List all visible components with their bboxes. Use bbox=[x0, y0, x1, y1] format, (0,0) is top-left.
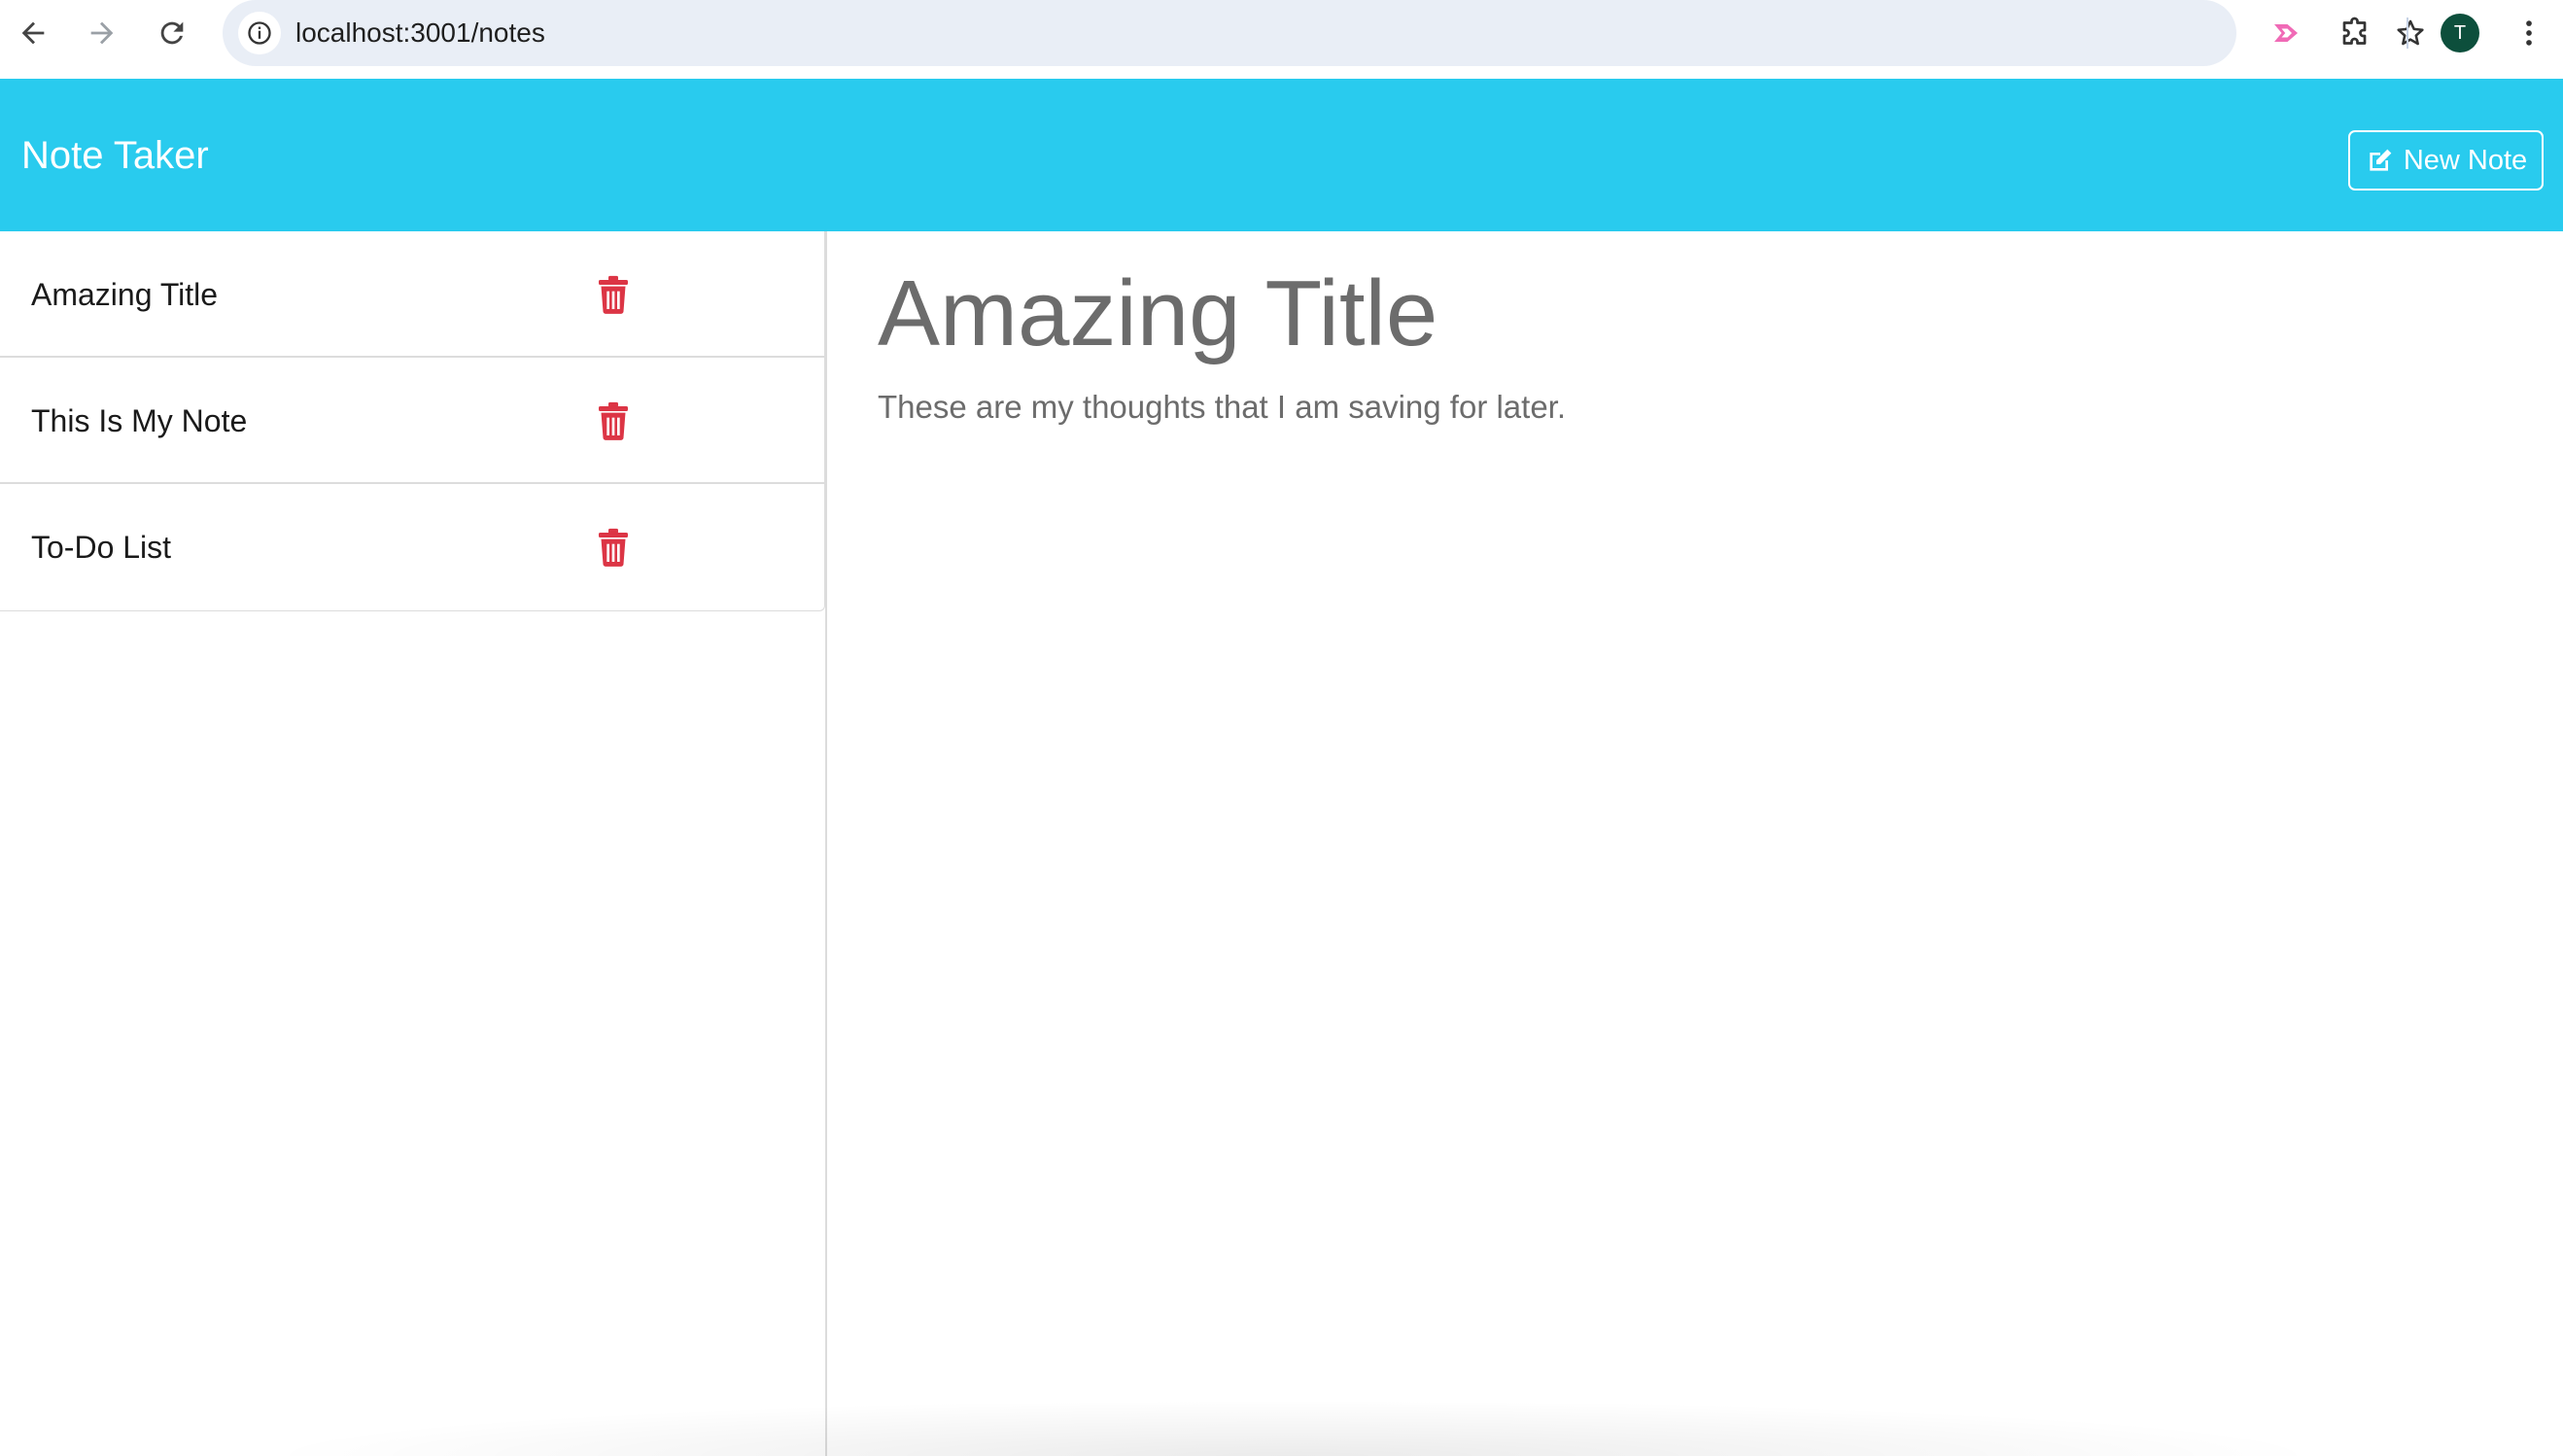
edit-icon bbox=[2370, 149, 2392, 171]
trash-icon bbox=[599, 528, 628, 567]
delete-note-button[interactable] bbox=[594, 274, 633, 315]
note-title: Amazing Title bbox=[31, 277, 219, 312]
list-item[interactable]: To-Do List bbox=[0, 484, 824, 610]
extension-button[interactable] bbox=[2265, 12, 2307, 54]
kebab-menu-icon bbox=[2526, 20, 2532, 46]
url-text[interactable]: localhost:3001/notes bbox=[295, 17, 545, 50]
note-title-input[interactable] bbox=[878, 260, 2530, 367]
reload-icon bbox=[160, 21, 184, 45]
list-item[interactable]: Amazing Title bbox=[0, 231, 824, 358]
new-note-label: New Note bbox=[2403, 144, 2528, 176]
note-textarea[interactable]: These are my thoughts that I am saving f… bbox=[878, 387, 2530, 678]
app-brand[interactable]: Note Taker bbox=[21, 132, 209, 179]
app-navbar: Note Taker New Note bbox=[0, 79, 2563, 231]
site-info-button[interactable] bbox=[238, 12, 281, 54]
note-title: This Is My Note bbox=[31, 403, 248, 438]
star-icon bbox=[2397, 19, 2424, 46]
note-list: Amazing Title This Is My Note To-Do List bbox=[0, 231, 825, 611]
browser-toolbar: localhost:3001/notes T bbox=[0, 0, 2563, 79]
list-item[interactable]: This Is My Note bbox=[0, 358, 824, 484]
forward-button[interactable] bbox=[81, 12, 123, 54]
note-list-panel: Amazing Title This Is My Note To-Do List bbox=[0, 231, 827, 1456]
extensions-menu-button[interactable] bbox=[2335, 12, 2377, 54]
puzzle-icon bbox=[2342, 17, 2367, 45]
browser-menu-button[interactable] bbox=[2508, 12, 2550, 54]
note-editor: These are my thoughts that I am saving f… bbox=[829, 231, 2563, 1456]
delete-note-button[interactable] bbox=[594, 400, 633, 441]
trash-icon bbox=[599, 275, 628, 314]
reload-button[interactable] bbox=[151, 12, 193, 54]
arrow-left-icon bbox=[21, 21, 45, 45]
arrow-right-icon bbox=[90, 21, 114, 45]
delete-note-button[interactable] bbox=[594, 527, 633, 568]
address-bar[interactable]: localhost:3001/notes bbox=[223, 0, 2424, 66]
toolbar-divider bbox=[2407, 17, 2408, 49]
bookmark-button[interactable] bbox=[2389, 12, 2432, 54]
trash-icon bbox=[599, 401, 628, 440]
note-title: To-Do List bbox=[31, 530, 172, 565]
profile-avatar[interactable]: T bbox=[2441, 14, 2479, 52]
pink-arrow-extension-icon bbox=[2274, 24, 2298, 42]
info-icon bbox=[248, 21, 271, 45]
back-button[interactable] bbox=[12, 12, 54, 54]
new-note-button[interactable]: New Note bbox=[2348, 130, 2544, 191]
